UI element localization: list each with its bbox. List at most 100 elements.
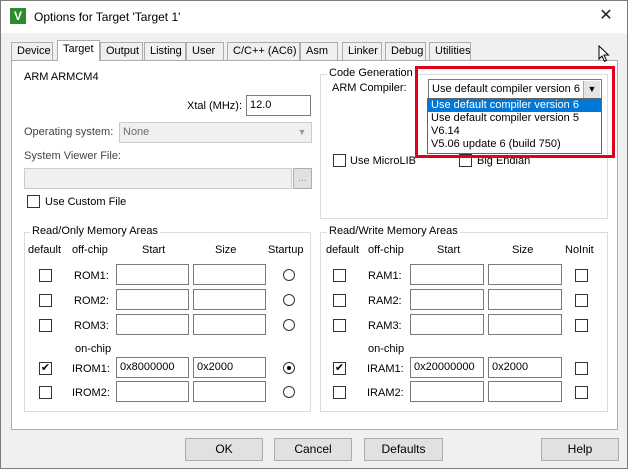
ram1-label: RAM1: (368, 270, 402, 282)
close-icon[interactable]: ✕ (593, 5, 619, 27)
rom-header-start: Start (142, 244, 166, 256)
iram1-label: IRAM1: (367, 363, 404, 375)
rom2-size-input[interactable] (193, 289, 266, 310)
iram1-start-input[interactable]: 0x20000000 (410, 357, 484, 378)
ram2-noinit-checkbox[interactable] (575, 294, 588, 307)
irom2-startup-radio[interactable] (283, 386, 295, 398)
rom1-size-input[interactable] (193, 264, 266, 285)
ram1-size-input[interactable] (488, 264, 562, 285)
xtal-input[interactable]: 12.0 (246, 95, 311, 116)
ram3-label: RAM3: (368, 320, 402, 332)
ram-header-start: Start (437, 244, 461, 256)
irom2-start-input[interactable] (116, 381, 189, 402)
tab-utilities[interactable]: Utilities (429, 42, 471, 60)
ram1-start-input[interactable] (410, 264, 484, 285)
chevron-down-icon[interactable]: ▼ (583, 81, 600, 98)
rom1-default-checkbox[interactable] (39, 269, 52, 282)
use-microlib-checkbox[interactable] (333, 154, 346, 167)
rom-header-size: Size (215, 244, 237, 256)
big-endian-checkbox[interactable] (459, 154, 472, 167)
tab-cpp[interactable]: C/C++ (AC6) (227, 42, 300, 60)
arm-compiler-value: Use default compiler version 6 (432, 83, 580, 95)
radio-selected-dot-icon (287, 366, 291, 370)
rom3-startup-radio[interactable] (283, 319, 295, 331)
tab-user[interactable]: User (186, 42, 224, 60)
compiler-option[interactable]: V6.14 (428, 125, 601, 138)
compiler-option[interactable]: V5.06 update 6 (build 750) (428, 138, 601, 151)
irom1-label: IROM1: (72, 363, 110, 375)
iram2-default-checkbox[interactable] (333, 386, 346, 399)
cancel-button[interactable]: Cancel (274, 438, 352, 461)
ram2-start-input[interactable] (410, 289, 484, 310)
use-microlib-label: Use MicroLIB (350, 155, 417, 167)
ram2-default-checkbox[interactable] (333, 294, 346, 307)
defaults-button[interactable]: Defaults (364, 438, 443, 461)
arm-compiler-select[interactable]: Use default compiler version 6 ▼ (428, 79, 602, 100)
ok-button[interactable]: OK (185, 438, 263, 461)
tab-target[interactable]: Target (57, 40, 100, 61)
compiler-option[interactable]: Use default compiler version 6 (428, 99, 601, 112)
rom3-label: ROM3: (74, 320, 109, 332)
ram1-noinit-checkbox[interactable] (575, 269, 588, 282)
rom1-start-input[interactable] (116, 264, 189, 285)
rom2-start-input[interactable] (116, 289, 189, 310)
ram-header-offchip: off-chip (368, 244, 404, 256)
tab-listing[interactable]: Listing (144, 42, 186, 60)
iram2-noinit-checkbox[interactable] (575, 386, 588, 399)
irom1-startup-radio[interactable] (283, 362, 295, 374)
os-value: None (123, 126, 150, 138)
rom1-label: ROM1: (74, 270, 109, 282)
iram1-default-checkbox[interactable]: ✔ (333, 362, 346, 375)
xtal-label: Xtal (MHz): (187, 100, 242, 112)
rom1-startup-radio[interactable] (283, 269, 295, 281)
use-custom-file-checkbox[interactable] (27, 195, 40, 208)
compiler-option[interactable]: Use default compiler version 5 (428, 112, 601, 125)
os-dropdown-arrow-icon: ▼ (297, 127, 307, 137)
tab-linker[interactable]: Linker (342, 42, 382, 60)
iram2-size-input[interactable] (488, 381, 562, 402)
rom-onchip-label: on-chip (75, 343, 112, 355)
rom2-default-checkbox[interactable] (39, 294, 52, 307)
tab-device[interactable]: Device (11, 42, 53, 60)
ram-header-size: Size (512, 244, 534, 256)
compiler-dropdown-list: Use default compiler version 6 Use defau… (427, 98, 602, 154)
rom-areas-title: Read/Only Memory Areas (30, 225, 160, 238)
rom-header-default: default (28, 244, 62, 256)
iram1-noinit-checkbox[interactable] (575, 362, 588, 375)
rom3-start-input[interactable] (116, 314, 189, 335)
ram2-size-input[interactable] (488, 289, 562, 310)
rom2-startup-radio[interactable] (283, 294, 295, 306)
irom1-size-input[interactable]: 0x2000 (193, 357, 266, 378)
ram-onchip-label: on-chip (368, 343, 405, 355)
svd-browse-button[interactable]: ... (293, 168, 312, 189)
help-button[interactable]: Help (541, 438, 619, 461)
ram-header-default: default (326, 244, 360, 256)
ram3-noinit-checkbox[interactable] (575, 319, 588, 332)
iram2-start-input[interactable] (410, 381, 484, 402)
ram1-default-checkbox[interactable] (333, 269, 346, 282)
ram2-label: RAM2: (368, 295, 402, 307)
irom2-size-input[interactable] (193, 381, 266, 402)
tab-debug[interactable]: Debug (385, 42, 426, 60)
rom3-default-checkbox[interactable] (39, 319, 52, 332)
ram3-size-input[interactable] (488, 314, 562, 335)
ram3-default-checkbox[interactable] (333, 319, 346, 332)
code-generation-title: Code Generation (327, 67, 415, 80)
ram-header-noinit: NoInit (565, 244, 594, 256)
rom3-size-input[interactable] (193, 314, 266, 335)
rom-header-offchip: off-chip (72, 244, 108, 256)
tab-asm[interactable]: Asm (300, 42, 338, 60)
tab-output[interactable]: Output (100, 42, 143, 60)
ram3-start-input[interactable] (410, 314, 484, 335)
irom2-default-checkbox[interactable] (39, 386, 52, 399)
os-select[interactable]: None ▼ (119, 122, 312, 143)
irom1-default-checkbox[interactable]: ✔ (39, 362, 52, 375)
keil-app-icon: V (10, 8, 26, 24)
irom1-start-input[interactable]: 0x8000000 (116, 357, 189, 378)
irom2-label: IROM2: (72, 387, 110, 399)
svd-input[interactable] (24, 168, 292, 189)
big-endian-label: Big Endian (477, 155, 531, 167)
rom2-label: ROM2: (74, 295, 109, 307)
iram1-size-input[interactable]: 0x2000 (488, 357, 562, 378)
arm-compiler-label: ARM Compiler: (332, 82, 407, 94)
